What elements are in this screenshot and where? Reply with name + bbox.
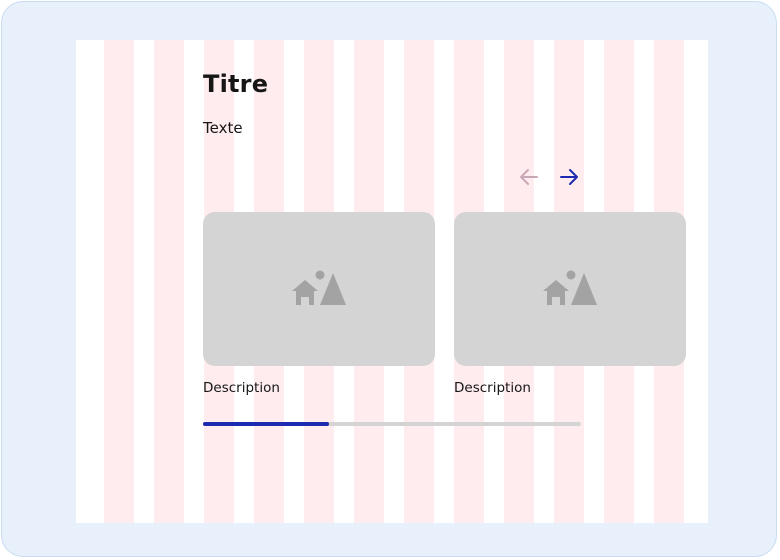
arrow-right-icon: [560, 169, 578, 185]
layout-canvas: Titre Texte Description Description: [76, 40, 708, 523]
carousel-progress-fill: [203, 422, 329, 426]
device-frame: Titre Texte Description Description: [1, 1, 777, 557]
carousel-card[interactable]: Description: [203, 212, 435, 397]
section-title: Titre: [203, 70, 269, 98]
carousel-prev-button[interactable]: [515, 163, 543, 191]
grid-column: [154, 40, 184, 523]
grid-column: [104, 40, 134, 523]
image-placeholder-icon: [543, 270, 597, 305]
carousel-progress-bar: [203, 422, 581, 426]
carousel-card[interactable]: Description: [454, 212, 686, 397]
image-placeholder-icon: [292, 270, 346, 305]
arrow-left-icon: [520, 169, 538, 185]
card-description: Description: [203, 380, 280, 396]
section-text: Texte: [203, 119, 243, 137]
card-image-placeholder: [454, 212, 686, 366]
card-image-placeholder: [203, 212, 435, 366]
carousel-next-button[interactable]: [555, 163, 583, 191]
card-description: Description: [454, 380, 531, 396]
